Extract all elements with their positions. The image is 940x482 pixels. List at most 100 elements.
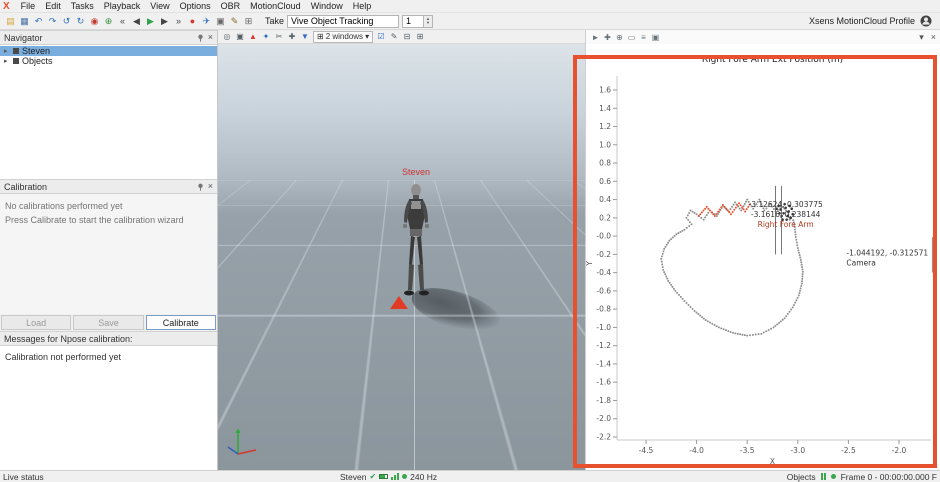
annotation-right-fore-arm: -3.12624, 0.303775-3.1616, 0.238144Right…	[749, 200, 824, 229]
calibration-message-line2: Press Calibrate to start the calibration…	[5, 214, 184, 225]
tree-item-steven[interactable]: ▸ Steven	[0, 46, 217, 56]
windows-selector[interactable]: ⊞ 2 windows ▾	[313, 30, 374, 43]
messages-body: Calibration not performed yet	[0, 346, 217, 470]
take-number-stepper[interactable]: ▲ ▼	[424, 14, 434, 28]
svg-text:-1.0: -1.0	[596, 323, 611, 332]
take-controls: Take ▲▼	[265, 14, 434, 28]
step-back-icon[interactable]: ◀	[130, 15, 143, 28]
menu-view[interactable]: View	[145, 1, 174, 11]
snapshot-icon[interactable]: ▣	[650, 32, 661, 43]
trajectory-recent-trail	[697, 202, 751, 218]
pin-icon[interactable]	[197, 183, 204, 191]
cursor-icon[interactable]: ►	[590, 32, 601, 43]
x-axis-label: X	[770, 457, 775, 466]
menu-playback[interactable]: Playback	[99, 1, 146, 11]
svg-text:-1.2: -1.2	[596, 341, 611, 350]
menu-file[interactable]: File	[16, 1, 41, 11]
character-marker-icon[interactable]: ▲	[247, 31, 259, 43]
annotate-icon[interactable]: ✎	[388, 31, 400, 43]
cut-icon[interactable]: ✂	[273, 31, 285, 43]
layout-icon[interactable]: ⊞	[242, 15, 255, 28]
left-dock: Navigator × ▸ Steven ▸ Objects Calibration …	[0, 30, 218, 470]
open-icon[interactable]: ▤	[4, 15, 17, 28]
tree-item-objects[interactable]: ▸ Objects	[0, 56, 217, 66]
record-icon[interactable]: ●	[186, 15, 199, 28]
frame-dot-icon	[830, 474, 836, 479]
expander-icon[interactable]: ▸	[4, 57, 10, 65]
load-button[interactable]: Load	[1, 315, 72, 330]
flight-icon[interactable]: ✈	[200, 15, 213, 28]
play-icon[interactable]: ▶	[144, 15, 157, 28]
zoom-in-icon[interactable]: ⊕	[614, 32, 625, 43]
screenshot-icon[interactable]: ▣	[214, 15, 227, 28]
menu-options[interactable]: Options	[175, 1, 216, 11]
sync-icon[interactable]: ↻	[74, 15, 87, 28]
close-icon[interactable]: ×	[208, 33, 213, 42]
save-icon[interactable]: ▦	[18, 15, 31, 28]
svg-text:1.6: 1.6	[599, 86, 611, 95]
split-grid-icon[interactable]: ⊞	[414, 31, 426, 43]
edit-icon[interactable]: ✎	[228, 15, 241, 28]
svg-text:0.6: 0.6	[599, 177, 611, 186]
redo-icon[interactable]: ↷	[46, 15, 59, 28]
messages-panel: Messages for Npose calibration: Calibrat…	[0, 331, 217, 470]
capture-icon[interactable]: ▣	[234, 31, 246, 43]
calibration-buttons: Load Save Calibrate	[0, 314, 217, 331]
actor-icon[interactable]: ◉	[88, 15, 101, 28]
character-model[interactable]	[388, 182, 444, 300]
close-icon[interactable]: ×	[208, 182, 213, 191]
calibration-title: Calibration	[4, 181, 48, 192]
chart-tools: ► ✚ ⊕ ▭ ≡ ▣	[590, 32, 661, 43]
profile-label: Xsens MotionCloud Profile	[808, 16, 915, 26]
tree-item-label: Steven	[22, 46, 51, 56]
menu-help[interactable]: Help	[348, 1, 377, 11]
expander-icon[interactable]: ▸	[4, 47, 10, 55]
step-forward-icon[interactable]: ▶	[158, 15, 171, 28]
menu-edit[interactable]: Edit	[40, 1, 66, 11]
split-horizontal-icon[interactable]: ⊟	[401, 31, 413, 43]
svg-text:1.0: 1.0	[599, 140, 611, 149]
gizmo-icon[interactable]: ✦	[260, 31, 272, 43]
pin-icon[interactable]	[197, 34, 204, 42]
move-icon[interactable]: ✚	[286, 31, 298, 43]
axes-icon[interactable]: ≡	[638, 32, 649, 43]
chart-close-icon[interactable]: ×	[931, 32, 936, 43]
take-number-input[interactable]	[402, 14, 425, 28]
chart-dropdown-chevron-icon[interactable]: ▾	[919, 32, 924, 43]
calibrate-button[interactable]: Calibrate	[145, 315, 216, 330]
messages-text: Calibration not performed yet	[5, 352, 122, 362]
profile-avatar-icon[interactable]	[920, 15, 932, 27]
menu-items: File Edit Tasks Playback View Options OBR Motio…	[16, 1, 377, 11]
messages-title: Messages for Npose calibration:	[4, 333, 133, 344]
zoom-region-icon[interactable]: ▭	[626, 32, 637, 43]
svg-text:-3.1616, 0.238144: -3.1616, 0.238144	[751, 210, 821, 219]
skip-start-icon[interactable]: «	[116, 15, 129, 28]
menu-window[interactable]: Window	[306, 1, 348, 11]
menu-obr[interactable]: OBR	[216, 1, 246, 11]
check-icon: ✔	[369, 472, 377, 481]
rate-dot-icon	[402, 474, 408, 479]
pan-icon[interactable]: ✚	[602, 32, 613, 43]
reload-icon[interactable]: ↺	[60, 15, 73, 28]
3d-viewport[interactable]: Steven	[218, 44, 585, 470]
menu-tasks[interactable]: Tasks	[66, 1, 99, 11]
chart-svg[interactable]: Right Fore Arm Ext Position (m) 1.6 1.4 1.2…	[586, 44, 940, 470]
signal-icon	[391, 473, 400, 480]
svg-text:-1.044192, -0.312571: -1.044192, -0.312571	[846, 248, 928, 257]
windows-selector-label: 2 windows	[325, 32, 364, 41]
menu-motioncloud[interactable]: MotionCloud	[245, 1, 306, 11]
navigator-panel: Navigator × ▸ Steven ▸ Objects	[0, 30, 217, 179]
save-button[interactable]: Save	[73, 315, 144, 330]
profile-area[interactable]: Xsens MotionCloud Profile	[809, 15, 936, 27]
scene-camera-icon[interactable]: ◎	[221, 31, 233, 43]
main-toolbar: ▤▦↶↷↺↻◉⊕«◀▶▶»●✈▣✎⊞ Take ▲▼ Xsens MotionC…	[0, 13, 940, 30]
svg-text:-2.5: -2.5	[841, 446, 856, 455]
confirm-icon[interactable]: ☑	[375, 31, 387, 43]
undo-icon[interactable]: ↶	[32, 15, 45, 28]
take-name-input[interactable]	[287, 14, 400, 28]
network-icon[interactable]: ⊕	[102, 15, 115, 28]
objects-status-icon	[820, 473, 826, 480]
filter-icon[interactable]: ▼	[299, 31, 311, 43]
skip-end-icon[interactable]: »	[172, 15, 185, 28]
windows-icon: ⊞	[317, 32, 324, 41]
